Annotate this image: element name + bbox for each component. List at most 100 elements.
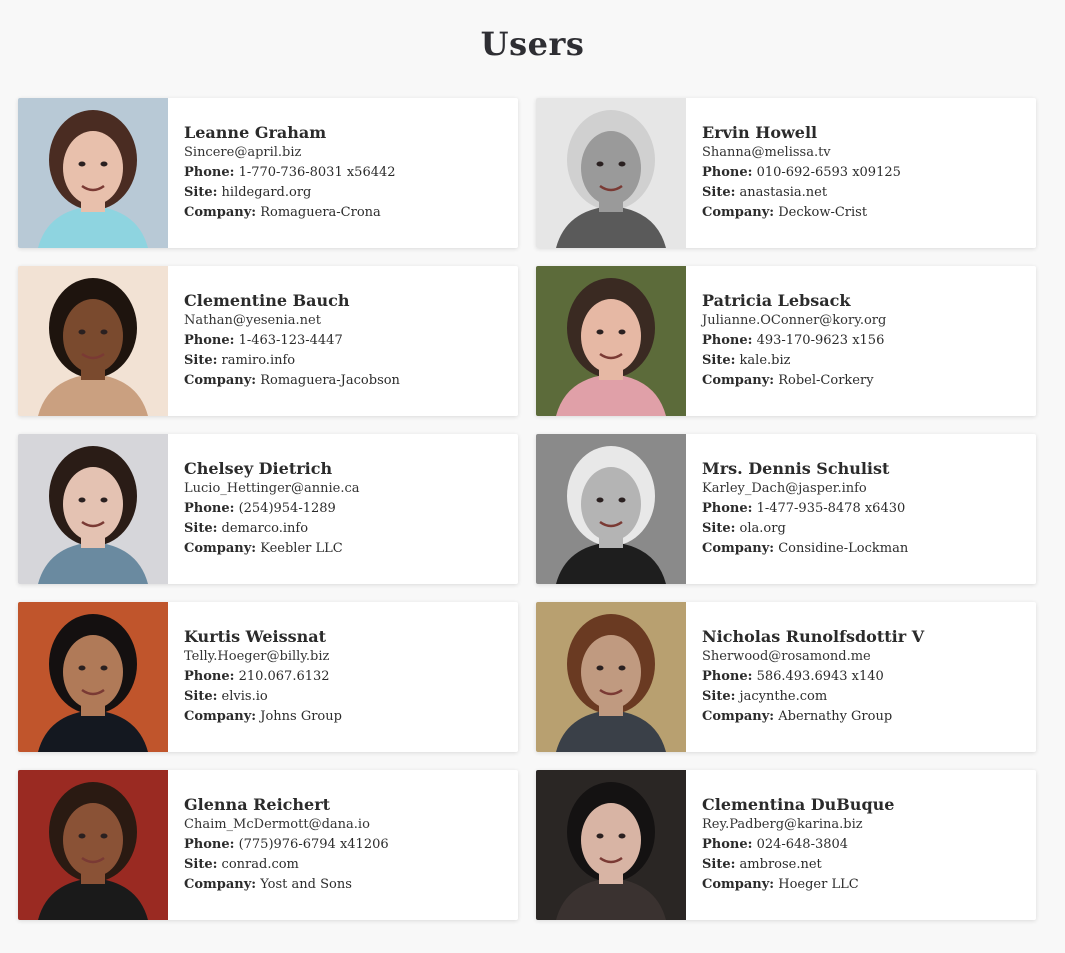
user-email: Sincere@april.biz <box>184 145 302 160</box>
user-company: Abernathy Group <box>778 709 893 724</box>
user-info: Ervin Howell Shanna@melissa.tv Phone: 010-… <box>686 98 901 248</box>
user-company-row: Company: Abernathy Group <box>702 707 924 727</box>
user-email: Chaim_McDermott@dana.io <box>184 817 370 832</box>
user-company: Romaguera-Jacobson <box>260 373 400 388</box>
user-email: Lucio_Hettinger@annie.ca <box>184 481 360 496</box>
user-company-label: Company: <box>702 205 775 220</box>
user-company-row: Company: Johns Group <box>184 707 342 727</box>
user-site-label: Site: <box>702 689 736 704</box>
user-info: Mrs. Dennis Schulist Karley_Dach@jasper.i… <box>686 434 908 584</box>
user-phone: 1-463-123-4447 <box>238 333 343 348</box>
user-email: Sherwood@rosamond.me <box>702 649 871 664</box>
user-phone-label: Phone: <box>184 837 235 852</box>
user-site-row: Site: anastasia.net <box>702 183 901 203</box>
user-company-row: Company: Hoeger LLC <box>702 875 894 895</box>
user-name: Clementina DuBuque <box>702 795 895 814</box>
user-card[interactable]: Clementine Bauch Nathan@yesenia.net Phone:… <box>18 266 518 416</box>
user-phone-label: Phone: <box>184 333 235 348</box>
user-phone: (254)954-1289 <box>238 501 336 516</box>
user-company-label: Company: <box>702 373 775 388</box>
user-email: Julianne.OConner@kory.org <box>702 313 887 328</box>
user-name: Glenna Reichert <box>184 795 331 814</box>
user-phone-row: Phone: (775)976-6794 x41206 <box>184 835 389 855</box>
user-company: Robel-Corkery <box>778 373 874 388</box>
user-phone-row: Phone: 1-770-736-8031 x56442 <box>184 163 396 183</box>
user-company-row: Company: Romaguera-Jacobson <box>184 371 400 391</box>
user-info: Leanne Graham Sincere@april.biz Phone: 1-7… <box>168 98 396 248</box>
user-email: Telly.Hoeger@billy.biz <box>184 649 330 664</box>
avatar <box>536 434 686 584</box>
user-site: jacynthe.com <box>739 689 828 704</box>
user-phone: 1-770-736-8031 x56442 <box>238 165 396 180</box>
user-site-row: Site: jacynthe.com <box>702 687 924 707</box>
users-grid: Leanne Graham Sincere@april.biz Phone: 1-7… <box>18 98 1036 920</box>
user-site-label: Site: <box>184 857 218 872</box>
user-site-label: Site: <box>184 521 218 536</box>
user-card[interactable]: Glenna Reichert Chaim_McDermott@dana.io Ph… <box>18 770 518 920</box>
user-site-row: Site: ambrose.net <box>702 855 894 875</box>
user-company-label: Company: <box>184 373 257 388</box>
user-info: Nicholas Runolfsdottir V Sherwood@rosamon… <box>686 602 924 752</box>
user-card[interactable]: Ervin Howell Shanna@melissa.tv Phone: 010-… <box>536 98 1036 248</box>
avatar <box>18 434 168 584</box>
user-phone: 010-692-6593 x09125 <box>756 165 901 180</box>
user-company: Deckow-Crist <box>778 205 868 220</box>
user-name: Leanne Graham <box>184 123 327 142</box>
user-info: Glenna Reichert Chaim_McDermott@dana.io Ph… <box>168 770 389 920</box>
user-phone-row: Phone: (254)954-1289 <box>184 499 360 519</box>
user-phone: 210.067.6132 <box>238 669 330 684</box>
user-name: Ervin Howell <box>702 123 818 142</box>
user-company-label: Company: <box>702 541 775 556</box>
user-card[interactable]: Nicholas Runolfsdottir V Sherwood@rosamon… <box>536 602 1036 752</box>
user-company-row: Company: Deckow-Crist <box>702 203 901 223</box>
user-phone-label: Phone: <box>702 669 753 684</box>
user-phone-label: Phone: <box>702 837 753 852</box>
user-phone-row: Phone: 024-648-3804 <box>702 835 894 855</box>
user-company-row: Company: Romaguera-Crona <box>184 203 396 223</box>
user-site-row: Site: demarco.info <box>184 519 360 539</box>
user-company-row: Company: Considine-Lockman <box>702 539 908 559</box>
user-company-label: Company: <box>184 205 257 220</box>
user-site-label: Site: <box>702 185 736 200</box>
user-site: ola.org <box>739 521 786 536</box>
user-phone-label: Phone: <box>184 669 235 684</box>
avatar <box>18 770 168 920</box>
user-site-row: Site: elvis.io <box>184 687 342 707</box>
user-phone-row: Phone: 010-692-6593 x09125 <box>702 163 901 183</box>
user-site-label: Site: <box>702 353 736 368</box>
user-phone-label: Phone: <box>184 501 235 516</box>
user-site: conrad.com <box>221 857 299 872</box>
avatar <box>536 266 686 416</box>
user-card[interactable]: Mrs. Dennis Schulist Karley_Dach@jasper.i… <box>536 434 1036 584</box>
user-card[interactable]: Leanne Graham Sincere@april.biz Phone: 1-7… <box>18 98 518 248</box>
user-info: Patricia Lebsack Julianne.OConner@kory.or… <box>686 266 886 416</box>
users-page: Users Leanne Graham Sincere@april.biz Phon… <box>0 0 1065 953</box>
avatar <box>18 98 168 248</box>
user-site-label: Site: <box>184 689 218 704</box>
user-phone: 493-170-9623 x156 <box>756 333 885 348</box>
user-phone-row: Phone: 1-463-123-4447 <box>184 331 400 351</box>
user-info: Clementine Bauch Nathan@yesenia.net Phone:… <box>168 266 400 416</box>
user-name: Clementine Bauch <box>184 291 350 310</box>
user-info: Clementina DuBuque Rey.Padberg@karina.biz… <box>686 770 894 920</box>
user-site-label: Site: <box>702 521 736 536</box>
user-phone-label: Phone: <box>184 165 235 180</box>
user-company: Hoeger LLC <box>778 877 859 892</box>
user-site-label: Site: <box>184 353 218 368</box>
user-name: Chelsey Dietrich <box>184 459 333 478</box>
user-company-row: Company: Yost and Sons <box>184 875 389 895</box>
avatar <box>536 98 686 248</box>
user-site: elvis.io <box>221 689 268 704</box>
user-card[interactable]: Chelsey Dietrich Lucio_Hettinger@annie.ca… <box>18 434 518 584</box>
user-phone-row: Phone: 210.067.6132 <box>184 667 342 687</box>
user-email: Karley_Dach@jasper.info <box>702 481 867 496</box>
user-company: Yost and Sons <box>260 877 352 892</box>
user-phone-label: Phone: <box>702 333 753 348</box>
user-site: anastasia.net <box>739 185 828 200</box>
user-email: Rey.Padberg@karina.biz <box>702 817 863 832</box>
user-card[interactable]: Patricia Lebsack Julianne.OConner@kory.or… <box>536 266 1036 416</box>
user-info: Chelsey Dietrich Lucio_Hettinger@annie.ca… <box>168 434 360 584</box>
user-name: Nicholas Runolfsdottir V <box>702 627 925 646</box>
user-card[interactable]: Kurtis Weissnat Telly.Hoeger@billy.biz Pho… <box>18 602 518 752</box>
user-card[interactable]: Clementina DuBuque Rey.Padberg@karina.biz… <box>536 770 1036 920</box>
